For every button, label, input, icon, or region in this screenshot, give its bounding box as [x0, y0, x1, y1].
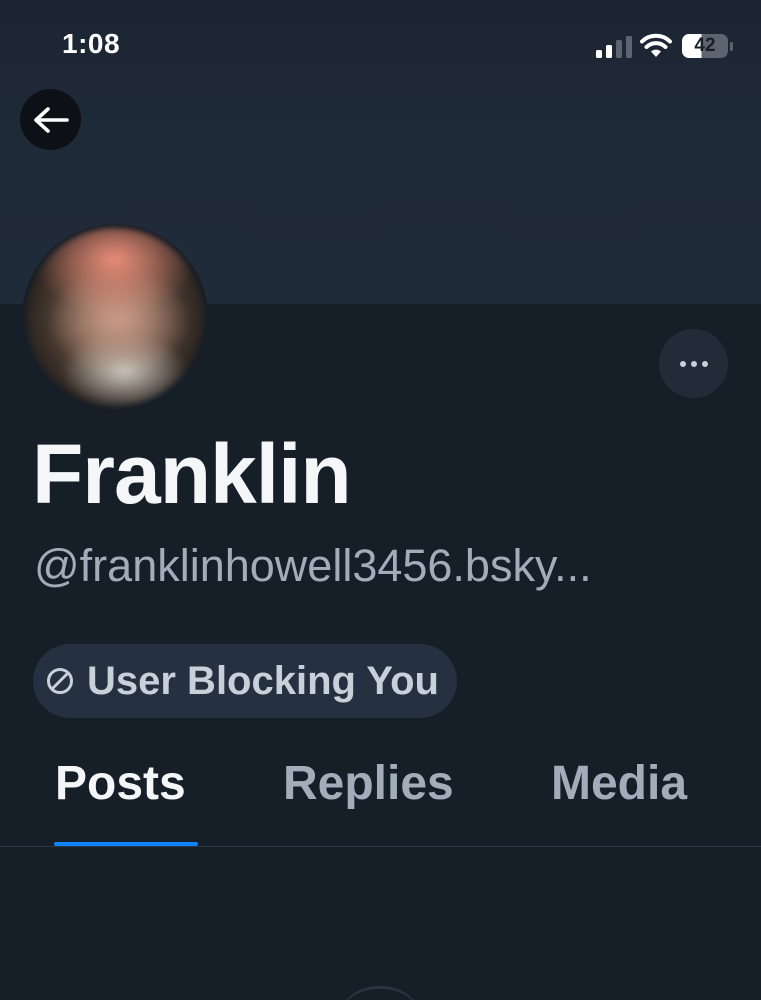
signal-icon [596, 36, 632, 58]
profile-handle: @franklinhowell3456.bsky... [34, 540, 592, 591]
ban-icon [47, 668, 73, 694]
blocking-status-badge[interactable]: User Blocking You [33, 644, 457, 718]
tab-replies[interactable]: Replies [283, 756, 454, 811]
back-button[interactable] [20, 89, 81, 150]
battery-level: 42 [694, 35, 716, 56]
tab-posts[interactable]: Posts [55, 756, 186, 811]
ellipsis-icon [679, 360, 708, 367]
profile-tabs: Posts Replies Media [0, 740, 761, 846]
loading-indicator [335, 986, 425, 1000]
tabs-divider [0, 846, 761, 847]
more-options-button[interactable] [659, 329, 728, 398]
status-time: 1:08 [62, 28, 121, 59]
profile-screen: 1:08 42 Franklin @franklinhowell3456.bsk… [0, 0, 761, 1000]
avatar[interactable] [22, 224, 208, 410]
avatar-image [26, 228, 204, 406]
tab-media[interactable]: Media [551, 756, 687, 811]
blocking-status-label: User Blocking You [87, 658, 439, 703]
display-name: Franklin [32, 427, 352, 521]
arrow-left-icon [33, 106, 69, 133]
battery-icon: 42 [682, 34, 734, 60]
wifi-icon [640, 33, 672, 57]
status-bar: 1:08 42 [0, 0, 761, 90]
